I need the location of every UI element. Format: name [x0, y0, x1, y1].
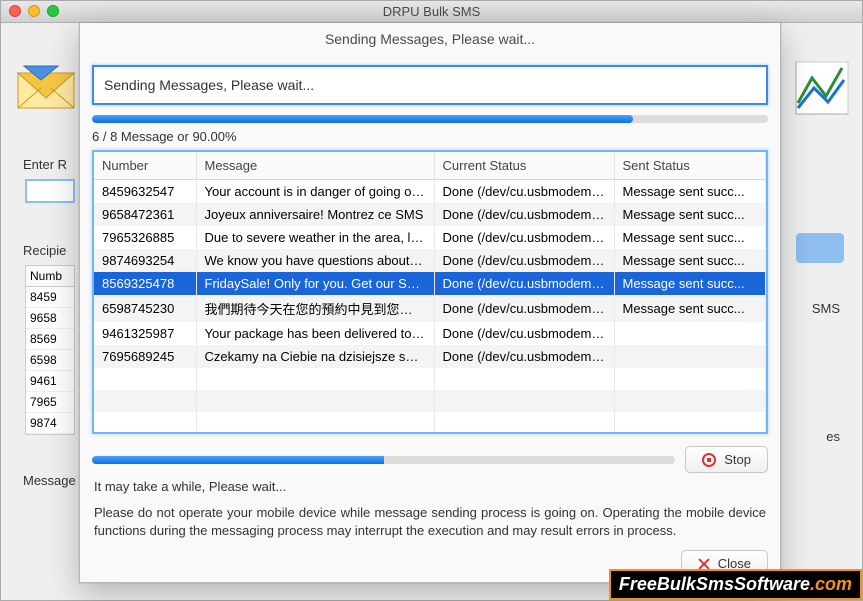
- window-close-button[interactable]: [9, 5, 21, 17]
- window-minimize-button[interactable]: [28, 5, 40, 17]
- column-header[interactable]: Sent Status: [614, 152, 766, 180]
- table-row-empty: [94, 390, 766, 412]
- titlebar: DRPU Bulk SMS: [1, 1, 862, 23]
- table-row-empty: [94, 368, 766, 390]
- table-row[interactable]: 8459632547Your account is in danger of g…: [94, 180, 766, 204]
- counter-text: 6 / 8 Message or 90.00%: [92, 129, 768, 144]
- note-text: Please do not operate your mobile device…: [94, 504, 766, 540]
- table-row[interactable]: 8569325478FridaySale! Only for you. Get …: [94, 272, 766, 295]
- cell-status: Done (/dev/cu.usbmodem6...: [434, 180, 614, 204]
- watermark: FreeBulkSmsSoftware.com: [609, 569, 862, 600]
- main-progress-bar: [92, 115, 768, 123]
- bg-number-row: 8459: [26, 287, 74, 308]
- recipients-table-partial: Numb 8459965885696598946179659874: [25, 265, 75, 435]
- cell-message: Due to severe weather in the area, loca: [196, 226, 434, 249]
- column-header[interactable]: Message: [196, 152, 434, 180]
- cell-number: 8569325478: [94, 272, 196, 295]
- window-zoom-button[interactable]: [47, 5, 59, 17]
- messages-table: NumberMessageCurrent StatusSent Status 8…: [92, 150, 768, 434]
- cell-sent: Message sent succ...: [614, 180, 766, 204]
- table-row[interactable]: 6598745230我們期待今天在您的預約中見到您。 為Done (/dev/c…: [94, 295, 766, 322]
- cell-status: Done (/dev/cu.usbmodem6...: [434, 322, 614, 345]
- window-controls: [9, 5, 59, 17]
- cell-sent: Message sent succ...: [614, 249, 766, 272]
- stop-button[interactable]: Stop: [685, 446, 768, 473]
- cell-sent: Message sent succ...: [614, 226, 766, 249]
- cell-number: 9658472361: [94, 203, 196, 226]
- cell-sent: Message sent succ...: [614, 272, 766, 295]
- cell-number: 7695689245: [94, 345, 196, 368]
- bg-number-row: 9658: [26, 308, 74, 329]
- main-window: DRPU Bulk SMS Enter R Recipie Numb 84599…: [0, 0, 863, 601]
- table-row[interactable]: 7965326885Due to severe weather in the a…: [94, 226, 766, 249]
- cell-sent: [614, 345, 766, 368]
- sms-label: SMS: [812, 301, 840, 316]
- cell-message: Your account is in danger of going over: [196, 180, 434, 204]
- stop-icon: [702, 453, 716, 467]
- table-row[interactable]: 7695689245Czekamy na Ciebie na dzisiejsz…: [94, 345, 766, 368]
- bg-number-row: 8569: [26, 329, 74, 350]
- status-box: Sending Messages, Please wait...: [92, 65, 768, 105]
- column-header[interactable]: Number: [94, 152, 196, 180]
- cell-sent: Message sent succ...: [614, 203, 766, 226]
- main-progress-fill: [92, 115, 633, 123]
- enter-recipient-label: Enter R: [23, 157, 67, 172]
- cell-sent: [614, 322, 766, 345]
- right-panel-partial: [796, 233, 844, 263]
- table-row[interactable]: 9874693254We know you have questions abo…: [94, 249, 766, 272]
- cell-message: Your package has been delivered to th: [196, 322, 434, 345]
- table-row-empty: [94, 412, 766, 434]
- cell-message: FridaySale! Only for you. Get our Servic…: [196, 272, 434, 295]
- chart-icon: [792, 58, 852, 118]
- cell-status: Done (/dev/cu.usbmodem6...: [434, 226, 614, 249]
- es-label: es: [826, 429, 840, 444]
- cell-status: Done (/dev/cu.usbmodem6...: [434, 295, 614, 322]
- secondary-progress-fill: [92, 456, 384, 464]
- table-row[interactable]: 9658472361Joyeux anniversaire! Montrez c…: [94, 203, 766, 226]
- stop-label: Stop: [724, 452, 751, 467]
- bg-number-row: 6598: [26, 350, 74, 371]
- messages-label: Message: [23, 473, 76, 488]
- cell-status: Done (/dev/cu.usbmodem6...: [434, 203, 614, 226]
- cell-sent: Message sent succ...: [614, 295, 766, 322]
- sending-dialog: Sending Messages, Please wait... Sending…: [79, 23, 781, 583]
- bg-number-row: 9461: [26, 371, 74, 392]
- cell-status: Done (/dev/cu.usbmodem6...: [434, 249, 614, 272]
- cell-message: 我們期待今天在您的預約中見到您。 為: [196, 295, 434, 322]
- recipients-label: Recipie: [23, 243, 66, 258]
- window-title: DRPU Bulk SMS: [383, 4, 481, 19]
- cell-message: Czekamy na Ciebie na dzisiejsze spotk: [196, 345, 434, 368]
- cell-status: Done (/dev/cu.usbmodem6...: [434, 272, 614, 295]
- dialog-title: Sending Messages, Please wait...: [80, 23, 780, 57]
- wait-text: It may take a while, Please wait...: [94, 479, 766, 494]
- cell-number: 9874693254: [94, 249, 196, 272]
- recipients-header: Numb: [26, 266, 74, 287]
- cell-message: We know you have questions about wh: [196, 249, 434, 272]
- cell-number: 8459632547: [94, 180, 196, 204]
- column-header[interactable]: Current Status: [434, 152, 614, 180]
- envelope-icon: [16, 58, 76, 118]
- cell-number: 9461325987: [94, 322, 196, 345]
- cell-status: Done (/dev/cu.usbmodem6...: [434, 345, 614, 368]
- cell-number: 6598745230: [94, 295, 196, 322]
- secondary-progress-bar: [92, 456, 675, 464]
- cell-number: 7965326885: [94, 226, 196, 249]
- bg-number-row: 9874: [26, 413, 74, 434]
- bg-number-row: 7965: [26, 392, 74, 413]
- cell-message: Joyeux anniversaire! Montrez ce SMS: [196, 203, 434, 226]
- table-row[interactable]: 9461325987Your package has been delivere…: [94, 322, 766, 345]
- recipient-input-partial[interactable]: [25, 179, 75, 203]
